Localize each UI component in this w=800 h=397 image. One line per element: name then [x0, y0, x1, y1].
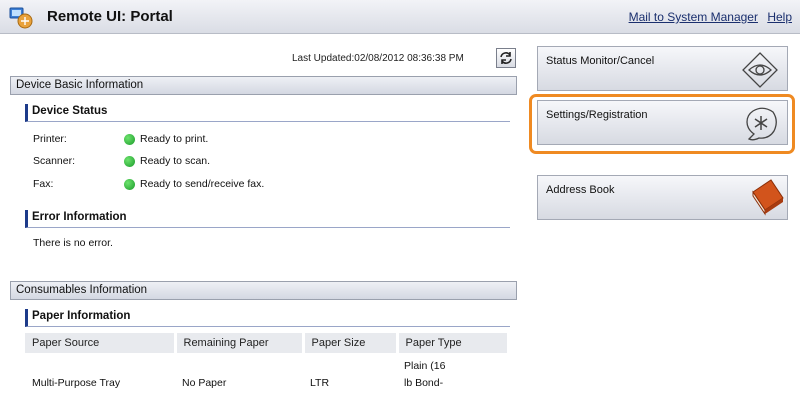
- printer-status-value: Ready to print.: [140, 133, 209, 145]
- fax-status-value: Ready to send/receive fax.: [140, 178, 265, 190]
- paper-type-line: Plain (16: [404, 360, 446, 372]
- error-information-header: Error Information: [25, 210, 510, 228]
- ready-status-icon: [124, 156, 135, 167]
- paper-type-cell: Plain (16 lb Bond-: [397, 353, 509, 392]
- column-header-paper-type: Paper Type: [397, 333, 510, 353]
- consumables-information-header: Consumables Information: [10, 281, 517, 300]
- mail-to-system-manager-link[interactable]: Mail to System Manager: [629, 10, 758, 24]
- paper-source-cell: Multi-Purpose Tray: [32, 377, 121, 389]
- eye-diamond-icon: [742, 52, 778, 88]
- header-bar: Remote UI: Portal Mail to System Manager…: [0, 0, 800, 34]
- remote-ui-logo-icon: [9, 7, 33, 29]
- settings-registration-highlight: [529, 94, 795, 154]
- address-book-label: Address Book: [546, 184, 615, 196]
- address-book-button[interactable]: Address Book: [537, 175, 788, 220]
- paper-information-header: Paper Information: [25, 309, 510, 327]
- device-status-header: Device Status: [25, 104, 510, 122]
- ready-status-icon: [124, 179, 135, 190]
- refresh-icon: [500, 52, 512, 64]
- remaining-paper-cell: No Paper: [182, 377, 227, 389]
- status-monitor-cancel-label: Status Monitor/Cancel: [546, 55, 655, 67]
- paper-type-line: lb Bond-: [404, 377, 444, 389]
- device-basic-information-header: Device Basic Information: [10, 76, 517, 95]
- error-text: There is no error.: [33, 237, 113, 249]
- table-row: Multi-Purpose Tray No Paper LTR Plain (1…: [25, 353, 509, 392]
- table-header-row: Paper Source Remaining Paper Paper Size …: [25, 333, 510, 353]
- help-link[interactable]: Help: [767, 10, 792, 24]
- scanner-status-value: Ready to scan.: [140, 155, 211, 167]
- paper-size-cell: LTR: [310, 377, 330, 389]
- column-header-paper-size: Paper Size: [303, 333, 399, 353]
- last-updated-text: Last Updated:02/08/2012 08:36:38 PM: [292, 53, 464, 64]
- paper-information-table: Paper Source Remaining Paper Paper Size …: [25, 333, 510, 392]
- printer-label: Printer:: [33, 133, 67, 145]
- status-monitor-cancel-button[interactable]: Status Monitor/Cancel: [537, 46, 788, 91]
- column-header-paper-source: Paper Source: [25, 333, 177, 353]
- ready-status-icon: [124, 134, 135, 145]
- scanner-label: Scanner:: [33, 155, 76, 167]
- app-title: Remote UI: Portal: [47, 8, 173, 25]
- book-icon: [752, 179, 784, 216]
- header-links: Mail to System Manager Help: [623, 10, 792, 24]
- fax-label: Fax:: [33, 178, 54, 190]
- refresh-button[interactable]: [496, 48, 516, 68]
- column-header-remaining-paper: Remaining Paper: [175, 333, 305, 353]
